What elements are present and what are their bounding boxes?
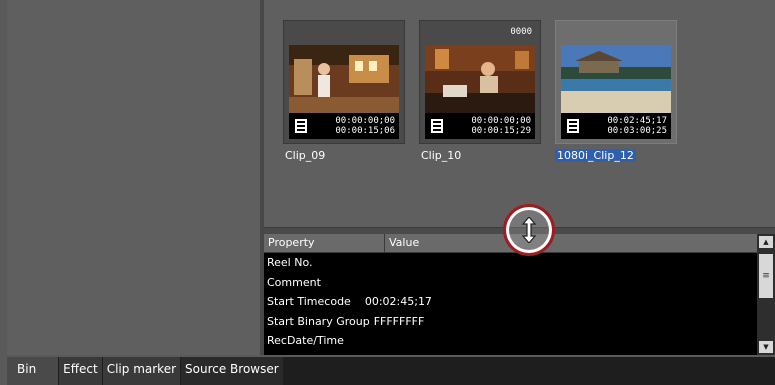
film-clip-icon bbox=[431, 119, 443, 133]
film-clip-icon bbox=[567, 119, 579, 133]
clip-tc-in: 00:00:00;00 bbox=[471, 116, 531, 126]
clip-name[interactable]: Clip_09 bbox=[283, 149, 327, 162]
clip-thumbnail bbox=[289, 45, 399, 113]
value-column-header[interactable]: Value bbox=[385, 234, 423, 252]
clip-item[interactable]: 00:00:00;00 00:00:15;06 Clip_09 bbox=[283, 20, 405, 163]
clip-timecodes: 00:00:00;00 00:00:15;29 bbox=[471, 116, 531, 136]
clip-timecodes: 00:00:00;00 00:00:15;06 bbox=[335, 116, 395, 136]
tab-bin[interactable]: Bin bbox=[7, 357, 60, 385]
property-rows: Reel No. Comment Start Timecode 00:02:45… bbox=[264, 253, 757, 351]
clip-tc-in: 00:00:00;00 bbox=[335, 116, 395, 126]
clip-timecodes: 00:02:45;17 00:03:00;25 bbox=[607, 116, 667, 136]
film-clip-icon bbox=[295, 119, 307, 133]
scroll-up-arrow-icon[interactable]: ▲ bbox=[759, 236, 773, 248]
property-row[interactable]: Start Binary Group FFFFFFFF bbox=[267, 312, 757, 332]
bin-area[interactable]: 00:00:00;00 00:00:15;06 Clip_09 0000 00:… bbox=[264, 0, 775, 227]
clip-name[interactable]: 1080i_Clip_12 bbox=[555, 149, 636, 162]
property-row[interactable]: RecDate/Time bbox=[267, 331, 757, 351]
clip-thumbnail bbox=[425, 45, 535, 113]
clip-info-bar: 00:00:00;00 00:00:15;06 bbox=[289, 113, 399, 139]
clip-info-bar: 00:00:00;00 00:00:15;29 bbox=[425, 113, 535, 139]
tab-clip-marker[interactable]: Clip marker bbox=[102, 357, 182, 385]
property-key: Start Timecode bbox=[267, 295, 351, 308]
property-row[interactable]: Reel No. bbox=[267, 253, 757, 273]
left-panel bbox=[7, 0, 261, 355]
property-row[interactable]: Comment bbox=[267, 273, 757, 293]
property-value: 00:02:45;17 bbox=[364, 295, 432, 308]
property-row[interactable]: Start Timecode 00:02:45;17 bbox=[267, 292, 757, 312]
property-key: RecDate/Time bbox=[267, 334, 344, 347]
property-value: FFFFFFFF bbox=[373, 314, 425, 328]
tab-source-browser[interactable]: Source Browser bbox=[181, 357, 284, 385]
clip-tc-out: 00:00:15;06 bbox=[335, 126, 395, 136]
property-column-header[interactable]: Property bbox=[264, 234, 385, 252]
clip-frame[interactable]: 00:00:00;00 00:00:15;06 bbox=[283, 20, 405, 144]
clip-item[interactable]: 0000 00:00:00;00 00:00:15;29 Clip_10 bbox=[419, 20, 541, 163]
clip-name[interactable]: Clip_10 bbox=[419, 149, 463, 162]
panel-tabs: Bin Effect Clip marker Source Browser bbox=[7, 357, 775, 385]
clip-item-selected[interactable]: 00:02:45;17 00:03:00;25 1080i_Clip_12 bbox=[555, 20, 677, 163]
clip-tc-in: 00:02:45;17 bbox=[607, 116, 667, 126]
property-key: Comment bbox=[267, 275, 321, 289]
vertical-resize-cursor-icon bbox=[503, 204, 555, 256]
tab-effect[interactable]: Effect bbox=[59, 357, 103, 385]
property-key: Start Binary Group bbox=[267, 314, 370, 328]
property-panel: Property Value Reel No. Comment Start Ti… bbox=[264, 234, 757, 355]
property-key: Reel No. bbox=[267, 256, 313, 269]
clip-info-bar: 00:02:45;17 00:03:00;25 bbox=[561, 113, 671, 139]
clip-number: 0000 bbox=[510, 27, 532, 37]
clip-frame[interactable]: 0000 00:00:00;00 00:00:15;29 bbox=[419, 20, 541, 144]
clip-thumbnail bbox=[561, 45, 671, 113]
scroll-down-arrow-icon[interactable]: ▼ bbox=[759, 341, 773, 353]
scroll-grip-icon[interactable]: ≡ bbox=[759, 254, 773, 298]
clip-tc-out: 00:00:15;29 bbox=[471, 126, 531, 136]
clip-tc-out: 00:03:00;25 bbox=[607, 126, 667, 136]
property-scrollbar[interactable]: ▲ ≡ ▼ bbox=[757, 234, 775, 355]
clip-frame[interactable]: 00:02:45;17 00:03:00;25 bbox=[555, 20, 677, 144]
